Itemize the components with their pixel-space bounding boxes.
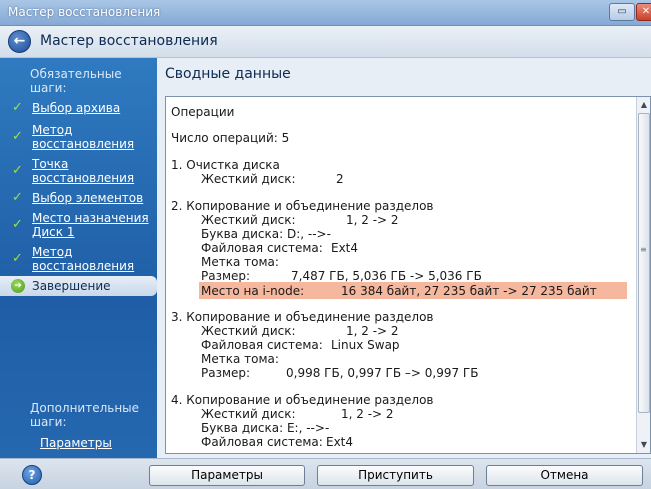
op3-size-label: Размер:	[201, 366, 251, 380]
op4-fs-label: Файловая система:	[201, 435, 323, 449]
sidebar-step-label: Завершение	[32, 279, 111, 293]
sidebar-step-label[interactable]: Метод восстановления	[32, 123, 154, 151]
params-button[interactable]: Параметры	[149, 465, 305, 486]
op2-fs-label: Файловая система:	[201, 241, 323, 255]
window-titlebar: Мастер восстановления ▭ ✕	[0, 0, 651, 26]
wizard-header: ← Мастер восстановления	[0, 26, 651, 58]
op2-size-label: Размер:	[201, 269, 251, 283]
op2-volume-label: Метка тома:	[201, 255, 279, 269]
close-icon[interactable]: ✕	[636, 3, 651, 21]
window-title: Мастер восстановления	[8, 5, 161, 19]
op3-disk-value: 1, 2 -> 2	[346, 324, 399, 338]
sidebar-step-items[interactable]: ✓ Выбор элементов	[0, 190, 157, 206]
wizard-title: Мастер восстановления	[40, 33, 218, 49]
summary-panel: Сводные данные Операции Число операций: …	[157, 58, 651, 458]
op2-title: 2. Копирование и объединение разделов	[171, 199, 434, 213]
minimize-icon[interactable]: ▭	[609, 3, 635, 21]
op2-disk-label: Жесткий диск:	[201, 213, 296, 227]
checkmark-icon: ✓	[12, 100, 23, 115]
back-arrow-icon[interactable]: ←	[8, 30, 31, 53]
optional-steps-heading: Дополнительные шаги:	[30, 401, 140, 429]
sidebar-step-archive[interactable]: ✓ Выбор архива	[0, 100, 157, 116]
op4-letter: Буква диска: E:, -->-	[201, 421, 330, 435]
required-steps-heading: Обязательные шаги:	[30, 67, 122, 95]
sidebar-step-label[interactable]: Выбор элементов	[32, 191, 154, 205]
current-step-arrow-icon: ➔	[11, 279, 25, 293]
checkmark-icon: ✓	[12, 190, 23, 205]
op4-fs-value: Ext4	[326, 435, 354, 449]
operations-count: Число операций: 5	[171, 131, 290, 145]
operations-heading: Операции	[171, 105, 235, 119]
op3-fs-value: Linux Swap	[331, 338, 400, 352]
op4-disk-value: 1, 2 -> 2	[341, 407, 394, 421]
proceed-button[interactable]: Приступить	[317, 465, 474, 486]
sidebar-step-destination[interactable]: ✓ Место назначения Диск 1	[0, 210, 157, 240]
checkmark-icon: ✓	[12, 163, 23, 178]
button-bar: ? Параметры Приступить Отмена	[0, 458, 651, 489]
scroll-grip-icon: ≡	[640, 245, 647, 254]
sidebar-step-method-2[interactable]: ✓ Метод восстановления	[0, 244, 157, 274]
wizard-sidebar: Обязательные шаги: ✓ Выбор архива ✓ Мето…	[0, 58, 157, 458]
sidebar-step-method[interactable]: ✓ Метод восстановления	[0, 122, 157, 152]
section-title: Сводные данные	[165, 66, 291, 82]
sidebar-step-label[interactable]: Метод восстановления	[32, 245, 154, 273]
checkmark-icon: ✓	[12, 217, 23, 232]
vertical-scrollbar[interactable]: ▲ ≡ ▼	[636, 97, 650, 453]
scroll-down-icon[interactable]: ▼	[638, 439, 650, 451]
scrollbar-thumb[interactable]	[638, 113, 650, 413]
sidebar-step-label[interactable]: Точка восстановления	[32, 157, 154, 185]
op2-fs-value: Ext4	[331, 241, 359, 255]
op3-disk-label: Жесткий диск:	[201, 324, 296, 338]
op1-disk-label: Жесткий диск:	[201, 172, 296, 186]
op2-disk-value: 1, 2 -> 2	[346, 213, 399, 227]
summary-textbox[interactable]: Операции Число операций: 5 1. Очистка ди…	[165, 96, 651, 454]
help-icon[interactable]: ?	[22, 465, 42, 485]
op2-size-value: 7,487 ГБ, 5,036 ГБ -> 5,036 ГБ	[291, 269, 482, 283]
op4-disk-label: Жесткий диск:	[201, 407, 296, 421]
sidebar-step-finish[interactable]: ➔ Завершение	[0, 276, 157, 296]
op2-inode-value: 16 384 байт, 27 235 байт -> 27 235 байт	[341, 284, 597, 298]
sidebar-params-link[interactable]: Параметры	[40, 436, 112, 450]
op3-volume-label: Метка тома:	[201, 352, 279, 366]
checkmark-icon: ✓	[12, 251, 23, 266]
op4-title: 4. Копирование и объединение разделов	[171, 393, 434, 407]
op1-disk-value: 2	[336, 172, 344, 186]
sidebar-step-label[interactable]: Место назначения Диск 1	[32, 211, 154, 239]
sidebar-step-label[interactable]: Выбор архива	[32, 101, 154, 115]
op2-letter: Буква диска: D:, -->-	[201, 227, 331, 241]
scroll-up-icon[interactable]: ▲	[638, 99, 650, 111]
op3-fs-label: Файловая система:	[201, 338, 323, 352]
checkmark-icon: ✓	[12, 129, 23, 144]
op3-size-value: 0,998 ГБ, 0,997 ГБ –> 0,997 ГБ	[286, 366, 479, 380]
sidebar-step-point[interactable]: ✓ Точка восстановления	[0, 156, 157, 186]
cancel-button[interactable]: Отмена	[486, 465, 643, 486]
op2-inode-label: Место на i-node:	[201, 284, 305, 298]
op3-title: 3. Копирование и объединение разделов	[171, 310, 434, 324]
op1-title: 1. Очистка диска	[171, 158, 280, 172]
